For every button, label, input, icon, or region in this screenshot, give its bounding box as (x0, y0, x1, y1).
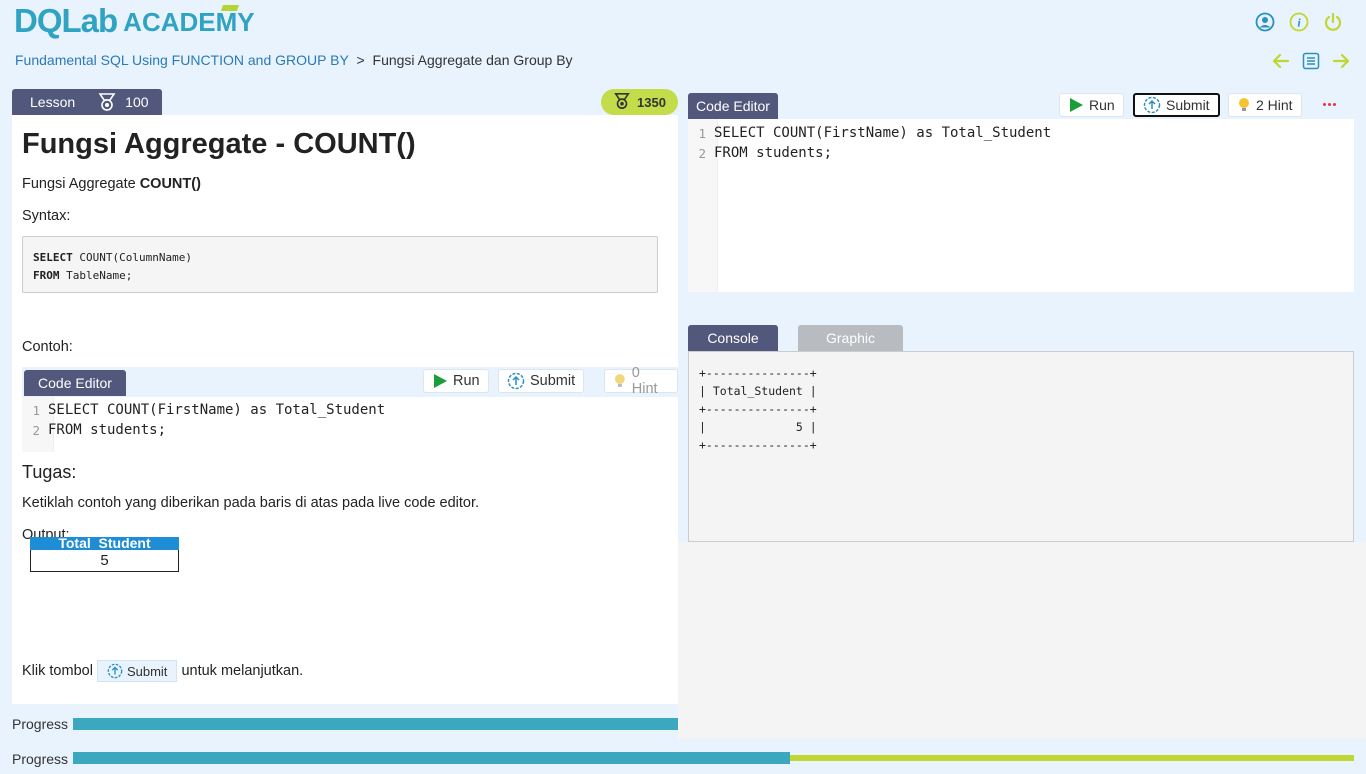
code-line: 2 FROM students; (32, 422, 167, 438)
lesson-progress-fill (73, 718, 678, 730)
submit-button[interactable]: Submit (1133, 93, 1220, 117)
tab-graphic[interactable]: Graphic (798, 325, 903, 351)
lesson-progress-label: Progress (12, 716, 69, 732)
list-icon[interactable] (1300, 50, 1322, 72)
breadcrumb-separator: > (356, 52, 365, 68)
hint-button[interactable]: 2 Hint (1228, 93, 1302, 117)
breadcrumb-course-link[interactable]: Fundamental SQL Using FUNCTION and GROUP… (15, 52, 349, 68)
logo-academy: ACADEMY (123, 7, 255, 37)
lesson-tab-label: Lesson (30, 94, 76, 110)
lesson-subtitle: Fungsi Aggregate COUNT() (22, 176, 201, 192)
example-editor-toolbar: Code Editor Run Submit 0 Hint (22, 365, 678, 397)
svg-text:i: i (1297, 16, 1301, 30)
empty-area (678, 542, 1366, 739)
graduation-cap-icon (220, 5, 240, 11)
task-text: Ketiklah contoh yang diberikan pada bari… (22, 495, 480, 511)
example-code-area: 1 SELECT COUNT(FirstName) as Total_Studen… (22, 397, 678, 452)
info-icon[interactable]: i (1288, 11, 1310, 33)
syntax-label: Syntax: (22, 208, 71, 224)
lightbulb-icon (614, 374, 625, 387)
course-progress-fill (73, 752, 791, 764)
example-label: Contoh: (22, 339, 73, 355)
arrow-left-icon[interactable] (1270, 50, 1292, 72)
xp-value: 1350 (637, 94, 666, 110)
lightbulb-icon (1239, 98, 1249, 111)
lesson-points: 100 (125, 94, 149, 110)
instruction-line: Klik tombol Submit untuk melanjutkan. (22, 660, 303, 682)
breadcrumb-current: Fungsi Aggregate dan Group By (372, 52, 573, 68)
medal-icon (97, 92, 117, 112)
subtitle-prefix: Fungsi Aggregate (22, 176, 140, 192)
course-progress-label: Progress (12, 751, 69, 767)
play-icon (1070, 98, 1083, 112)
code-line[interactable]: 2 FROM students; (688, 143, 1051, 163)
more-options-icon[interactable] (1319, 94, 1339, 114)
example-run-button[interactable]: Run (423, 369, 489, 393)
lesson-title: Fungsi Aggregate - COUNT() (22, 128, 416, 160)
medal-icon (613, 92, 631, 113)
code-editor[interactable]: 1 SELECT COUNT(FirstName) as Total_Studen… (688, 119, 1354, 292)
user-icon[interactable] (1254, 11, 1276, 33)
code-editor-tab[interactable]: Code Editor (688, 93, 778, 119)
instruction-suffix: untuk melanjutkan. (181, 662, 304, 679)
upload-icon (507, 372, 525, 390)
syntax-code-block: SELECT COUNT(ColumnName) FROM TableName; (22, 236, 658, 293)
task-heading: Tugas: (22, 462, 77, 482)
upload-icon (107, 663, 123, 679)
subtitle-function: COUNT() (139, 176, 201, 192)
tab-console[interactable]: Console (688, 325, 778, 351)
inline-submit-button: Submit (96, 660, 178, 682)
arrow-right-icon[interactable] (1330, 50, 1352, 72)
dqlab-logo[interactable]: DQLab ACADEMY (14, 2, 255, 40)
lesson-tab[interactable]: Lesson 100 (12, 89, 162, 115)
example-hint-button[interactable]: 0 Hint (604, 365, 678, 397)
lesson-progress-bar (73, 718, 678, 730)
output-table-cell: 5 (30, 549, 179, 572)
lesson-panel: Fungsi Aggregate - COUNT() Fungsi Aggreg… (12, 115, 678, 704)
course-progress-bar (73, 752, 1354, 764)
console-output: +---------------+ | Total_Student | +---… (688, 351, 1354, 542)
output-table-header: Total_Student (30, 537, 179, 550)
console-text: +---------------+ | Total_Student | +---… (699, 366, 817, 452)
code-line[interactable]: 1 SELECT COUNT(FirstName) as Total_Studen… (688, 123, 1051, 143)
run-button[interactable]: Run (1059, 93, 1124, 117)
logo-brand: DQLab (14, 2, 118, 39)
xp-badge: 1350 (601, 89, 678, 115)
upload-icon (1143, 96, 1161, 114)
example-submit-button[interactable]: Submit (498, 369, 585, 393)
example-editor-tab[interactable]: Code Editor (24, 370, 126, 396)
instruction-prefix: Klik tombol (22, 662, 93, 679)
breadcrumb: Fundamental SQL Using FUNCTION and GROUP… (15, 52, 573, 68)
power-icon[interactable] (1322, 11, 1344, 33)
output-table: Total_Student 5 (30, 537, 179, 572)
play-icon (434, 374, 447, 388)
syntax-line: FROM TableName; (33, 269, 133, 282)
course-progress-remaining (790, 755, 1354, 761)
syntax-line: SELECT COUNT(ColumnName) (33, 251, 192, 264)
code-line: 1 SELECT COUNT(FirstName) as Total_Studen… (32, 402, 386, 418)
